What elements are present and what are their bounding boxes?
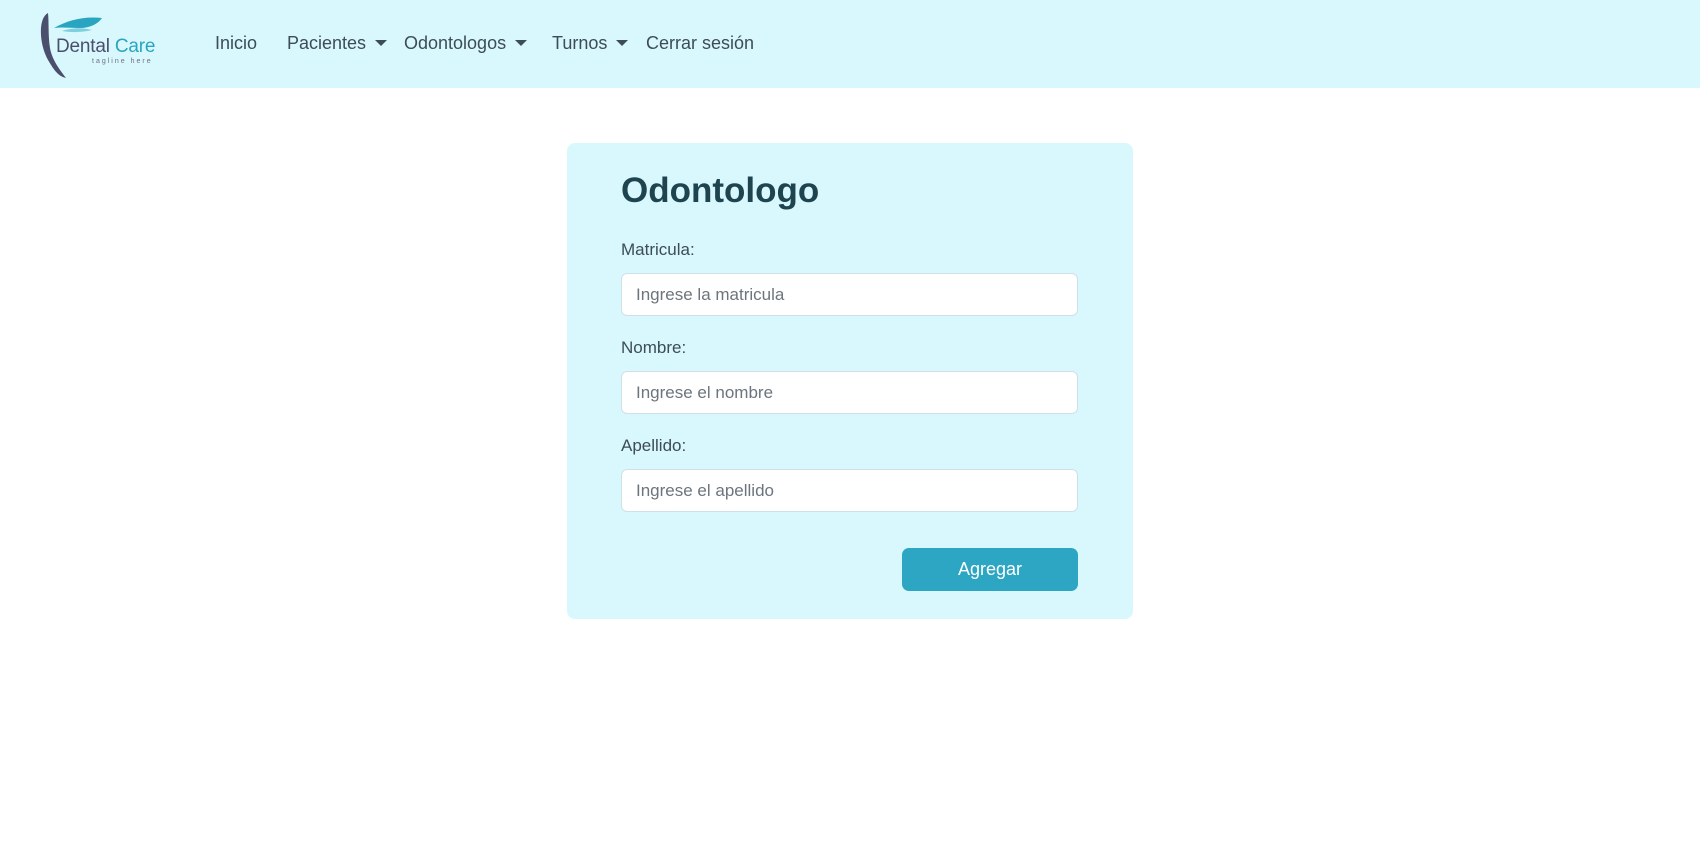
nav-item-label: Turnos — [552, 33, 608, 53]
nav-item-label: Pacientes — [287, 33, 367, 53]
form-title: Odontologo — [621, 171, 820, 210]
nav-item-cerrar-sesion[interactable]: Cerrar sesión — [646, 33, 754, 54]
nav-item-label: Cerrar sesión — [646, 33, 755, 53]
nav-item-odontologos[interactable]: Odontologos — [404, 33, 528, 54]
nombre-label: Nombre: — [621, 338, 687, 357]
caret-down-icon — [375, 40, 388, 46]
navbar: Dental Care tagline here Inicio Paciente… — [0, 0, 1700, 88]
agregar-button[interactable]: Agregar — [902, 548, 1078, 591]
matricula-label: Matricula: — [621, 240, 695, 259]
nombre-input[interactable] — [621, 371, 1078, 414]
apellido-input[interactable] — [621, 469, 1078, 512]
logo-text: Dental Care — [56, 36, 155, 58]
nav-item-pacientes[interactable]: Pacientes — [287, 33, 388, 54]
dental-care-logo[interactable]: Dental Care tagline here — [40, 10, 170, 80]
logo-text-dental: Dental — [56, 36, 110, 57]
nav-item-inicio[interactable]: Inicio — [215, 33, 257, 54]
logo-text-care: Care — [114, 36, 156, 57]
nav-item-turnos[interactable]: Turnos — [552, 33, 629, 54]
caret-down-icon — [515, 40, 528, 46]
matricula-input[interactable] — [621, 273, 1078, 316]
odontologo-form: Odontologo Matricula: Nombre: Apellido: … — [567, 143, 1133, 619]
apellido-label: Apellido: — [621, 436, 687, 455]
logo-tagline: tagline here — [92, 58, 153, 65]
nav-item-label: Odontologos — [404, 33, 507, 53]
caret-down-icon — [616, 40, 629, 46]
nav-item-label: Inicio — [215, 33, 258, 53]
